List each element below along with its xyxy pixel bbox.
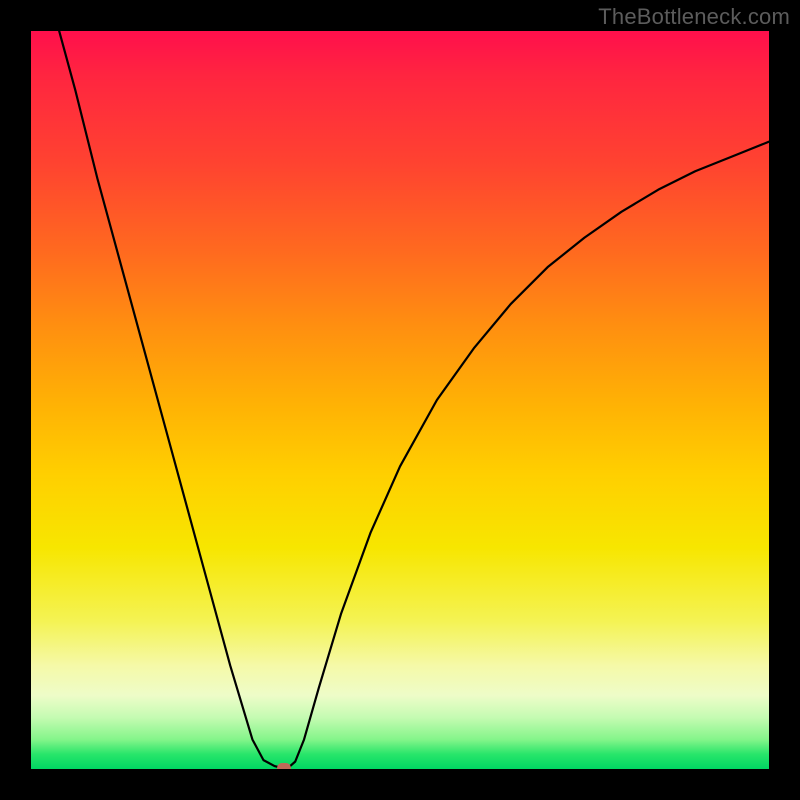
watermark-text: TheBottleneck.com	[598, 4, 790, 30]
plot-area	[31, 31, 769, 769]
bottleneck-curve	[31, 31, 769, 769]
optimal-point-marker	[277, 763, 291, 769]
chart-frame: TheBottleneck.com	[0, 0, 800, 800]
